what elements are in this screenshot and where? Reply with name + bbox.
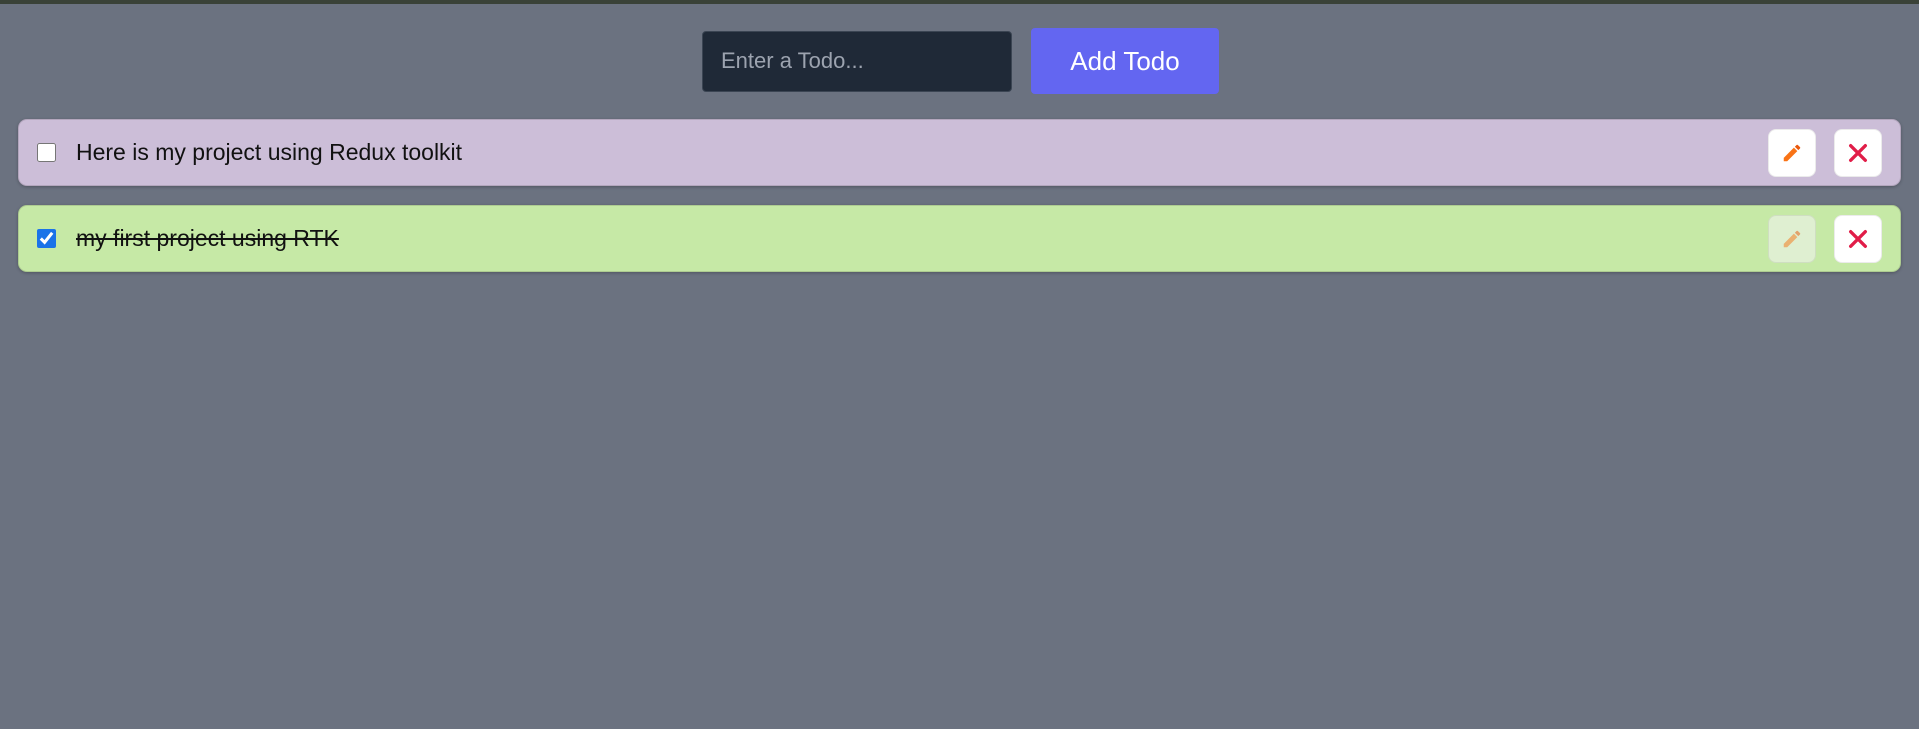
pencil-icon <box>1783 144 1801 162</box>
todo-complete-checkbox[interactable] <box>37 143 56 162</box>
top-border-strip <box>0 0 1919 4</box>
todo-item: my first project using RTK <box>18 205 1901 272</box>
todo-actions <box>1750 215 1882 263</box>
pencil-icon <box>1783 230 1801 248</box>
todo-input[interactable] <box>702 30 1012 92</box>
edit-todo-button[interactable] <box>1768 215 1816 263</box>
todo-text[interactable]: my first project using RTK <box>76 225 339 252</box>
delete-todo-button[interactable] <box>1834 215 1882 263</box>
todo-item: Here is my project using Redux toolkit <box>18 119 1901 186</box>
todo-complete-checkbox[interactable] <box>37 229 56 248</box>
edit-todo-button[interactable] <box>1768 129 1816 177</box>
delete-todo-button[interactable] <box>1834 129 1882 177</box>
todo-actions <box>1750 129 1882 177</box>
add-todo-button[interactable]: Add Todo <box>1031 28 1219 94</box>
add-todo-form: Add Todo <box>702 28 1219 94</box>
todo-text[interactable]: Here is my project using Redux toolkit <box>76 139 462 166</box>
todo-list: Here is my project using Redux toolkit m… <box>18 119 1901 291</box>
close-icon <box>1849 230 1867 248</box>
close-icon <box>1849 144 1867 162</box>
